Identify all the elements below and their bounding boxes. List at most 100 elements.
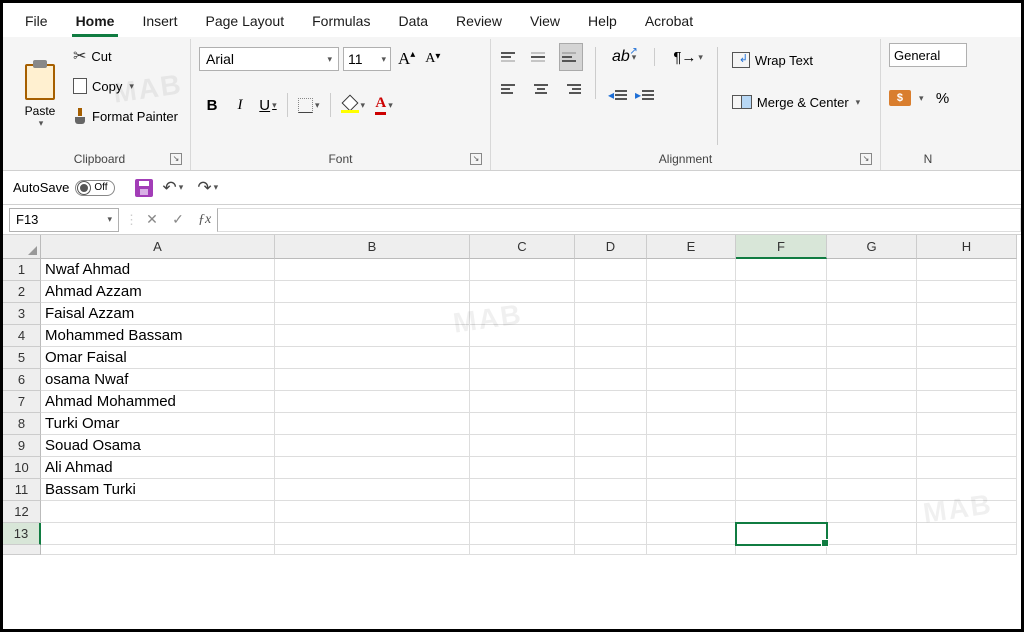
increase-font-button[interactable]: A▴ xyxy=(395,49,418,69)
tab-formulas[interactable]: Formulas xyxy=(298,9,384,37)
row-header-4[interactable]: 4 xyxy=(3,325,41,347)
cell-A5[interactable]: Omar Faisal xyxy=(41,347,275,369)
undo-button[interactable]: ↶▾ xyxy=(159,175,188,201)
cell-C2[interactable] xyxy=(470,281,575,303)
percent-button[interactable]: % xyxy=(930,85,956,111)
cell-E10[interactable] xyxy=(647,457,736,479)
fx-icon[interactable]: ƒx xyxy=(198,212,211,228)
cell-E14[interactable] xyxy=(647,545,736,555)
font-size-select[interactable]: 11 ▾ xyxy=(343,47,391,71)
row-header-5[interactable]: 5 xyxy=(3,347,41,369)
cell-D13[interactable] xyxy=(575,523,647,545)
row-header-13[interactable]: 13 xyxy=(3,523,41,545)
cell-A8[interactable]: Turki Omar xyxy=(41,413,275,435)
row-header-9[interactable]: 9 xyxy=(3,435,41,457)
cell-F7[interactable] xyxy=(736,391,827,413)
cell-D10[interactable] xyxy=(575,457,647,479)
number-format-select[interactable]: General xyxy=(889,43,967,67)
cell-B5[interactable] xyxy=(275,347,470,369)
cell-B10[interactable] xyxy=(275,457,470,479)
cell-A11[interactable]: Bassam Turki xyxy=(41,479,275,501)
cell-F3[interactable] xyxy=(736,303,827,325)
cell-A4[interactable]: Mohammed Bassam xyxy=(41,325,275,347)
copy-button[interactable]: Copy ▾ xyxy=(69,73,182,99)
tab-home[interactable]: Home xyxy=(62,9,129,37)
row-header-6[interactable]: 6 xyxy=(3,369,41,391)
wrap-text-button[interactable]: Wrap Text xyxy=(728,47,864,73)
cell-E6[interactable] xyxy=(647,369,736,391)
cell-C7[interactable] xyxy=(470,391,575,413)
column-header-A[interactable]: A xyxy=(41,235,275,259)
column-header-E[interactable]: E xyxy=(647,235,736,259)
column-header-G[interactable]: G xyxy=(827,235,917,259)
cell-C14[interactable] xyxy=(470,545,575,555)
cell-D14[interactable] xyxy=(575,545,647,555)
cell-H14[interactable] xyxy=(917,545,1017,555)
cell-D2[interactable] xyxy=(575,281,647,303)
underline-button[interactable]: U▾ xyxy=(255,92,281,118)
cell-D9[interactable] xyxy=(575,435,647,457)
borders-button[interactable]: ▾ xyxy=(294,92,324,118)
cell-D1[interactable] xyxy=(575,259,647,281)
format-painter-button[interactable]: Format Painter xyxy=(69,103,182,129)
column-header-F[interactable]: F xyxy=(736,235,827,259)
align-middle-button[interactable] xyxy=(529,43,553,71)
cell-G14[interactable] xyxy=(827,545,917,555)
cell-C13[interactable] xyxy=(470,523,575,545)
cell-H13[interactable] xyxy=(917,523,1017,545)
cell-H6[interactable] xyxy=(917,369,1017,391)
cell-A1[interactable]: Nwaf Ahmad xyxy=(41,259,275,281)
merge-center-button[interactable]: Merge & Center ▾ xyxy=(728,89,864,115)
tab-page-layout[interactable]: Page Layout xyxy=(191,9,298,37)
cell-C4[interactable] xyxy=(470,325,575,347)
cell-A2[interactable]: Ahmad Azzam xyxy=(41,281,275,303)
cell-B9[interactable] xyxy=(275,435,470,457)
cell-H8[interactable] xyxy=(917,413,1017,435)
cell-D7[interactable] xyxy=(575,391,647,413)
accounting-format-button[interactable]: $ xyxy=(889,90,911,106)
row-header-3[interactable]: 3 xyxy=(3,303,41,325)
cell-B8[interactable] xyxy=(275,413,470,435)
decrease-indent-button[interactable]: ◂ xyxy=(608,88,627,102)
cell-B1[interactable] xyxy=(275,259,470,281)
cell-C1[interactable] xyxy=(470,259,575,281)
cell-F12[interactable] xyxy=(736,501,827,523)
cell-E5[interactable] xyxy=(647,347,736,369)
enter-formula-button[interactable]: ✓ xyxy=(166,209,190,231)
cell-H4[interactable] xyxy=(917,325,1017,347)
row-header-12[interactable]: 12 xyxy=(3,501,41,523)
row-header-14[interactable] xyxy=(3,545,41,555)
fill-color-button[interactable]: ▾ xyxy=(337,92,370,118)
cell-H9[interactable] xyxy=(917,435,1017,457)
column-header-D[interactable]: D xyxy=(575,235,647,259)
text-direction-button[interactable]: ¶→▾ xyxy=(669,44,707,70)
cell-A13[interactable] xyxy=(41,523,275,545)
cell-G11[interactable] xyxy=(827,479,917,501)
cell-A7[interactable]: Ahmad Mohammed xyxy=(41,391,275,413)
cell-E8[interactable] xyxy=(647,413,736,435)
cell-F5[interactable] xyxy=(736,347,827,369)
cell-C8[interactable] xyxy=(470,413,575,435)
cell-B3[interactable] xyxy=(275,303,470,325)
increase-indent-button[interactable]: ▸ xyxy=(635,88,654,102)
cell-C11[interactable] xyxy=(470,479,575,501)
cell-F9[interactable] xyxy=(736,435,827,457)
cell-B14[interactable] xyxy=(275,545,470,555)
cell-A9[interactable]: Souad Osama xyxy=(41,435,275,457)
cell-F13[interactable] xyxy=(736,523,827,545)
cell-E7[interactable] xyxy=(647,391,736,413)
cell-G5[interactable] xyxy=(827,347,917,369)
cell-B4[interactable] xyxy=(275,325,470,347)
cell-G2[interactable] xyxy=(827,281,917,303)
orientation-button[interactable]: ab▾ xyxy=(608,44,640,70)
redo-button[interactable]: ↷▾ xyxy=(193,175,222,201)
cell-E1[interactable] xyxy=(647,259,736,281)
font-name-select[interactable]: Arial ▾ xyxy=(199,47,339,71)
cell-H7[interactable] xyxy=(917,391,1017,413)
cell-D12[interactable] xyxy=(575,501,647,523)
cell-G7[interactable] xyxy=(827,391,917,413)
cell-F14[interactable] xyxy=(736,545,827,555)
align-center-button[interactable] xyxy=(529,75,553,103)
cell-G13[interactable] xyxy=(827,523,917,545)
cell-A3[interactable]: Faisal Azzam xyxy=(41,303,275,325)
